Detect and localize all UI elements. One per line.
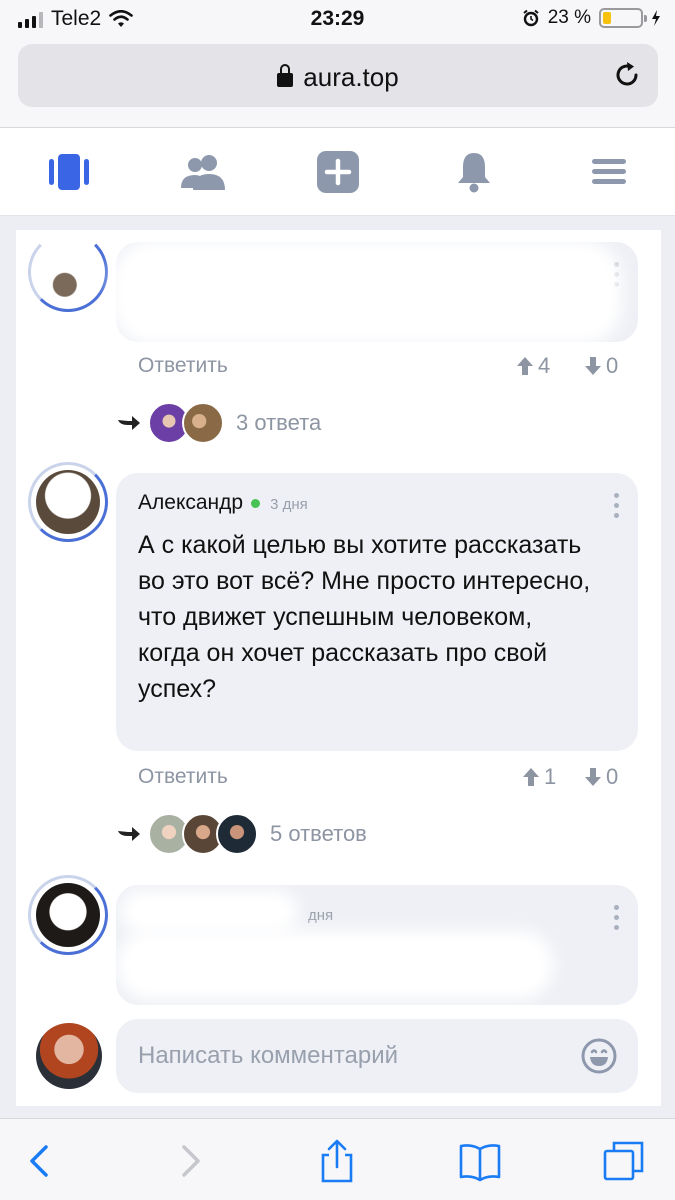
emoji-icon[interactable] xyxy=(580,1037,618,1075)
comments-panel: Ответить 4 0 3 ответа Александр 3 дня А с… xyxy=(16,230,661,1106)
forward-icon[interactable] xyxy=(168,1139,212,1183)
reply-arrow-icon xyxy=(118,827,140,841)
comment-time: 3 дня xyxy=(270,496,308,513)
app-nav xyxy=(0,128,675,216)
reply-button[interactable]: Ответить xyxy=(138,765,228,789)
nav-add-post[interactable] xyxy=(314,148,362,196)
menu-icon xyxy=(592,159,626,184)
online-indicator xyxy=(251,498,261,508)
nav-notifications[interactable] xyxy=(450,148,498,196)
upvote-count: 4 xyxy=(538,353,551,378)
downvote-button[interactable]: 0 xyxy=(584,764,618,790)
reload-icon[interactable] xyxy=(610,58,644,92)
nav-feed[interactable] xyxy=(45,148,93,196)
tabs-icon[interactable] xyxy=(602,1139,646,1183)
nav-friends[interactable] xyxy=(180,148,228,196)
browser-toolbar xyxy=(0,1118,675,1200)
upvote-button[interactable]: 4 xyxy=(516,353,550,379)
alarm-icon xyxy=(523,9,539,27)
comment-input-placeholder: Написать комментарий xyxy=(138,1042,399,1069)
address-text-row: aura.top xyxy=(18,62,658,93)
lock-icon xyxy=(277,64,294,87)
more-options-icon[interactable] xyxy=(614,905,620,935)
downvote-count: 0 xyxy=(606,764,619,789)
friends-icon xyxy=(181,155,225,190)
replies-count: 5 ответов xyxy=(270,821,367,846)
comment-time: дня xyxy=(308,907,334,924)
back-icon[interactable] xyxy=(18,1139,62,1183)
downvote-button[interactable]: 0 xyxy=(584,353,618,379)
arrow-down-icon xyxy=(585,357,601,375)
status-bar: Tele2 23:29 23 % xyxy=(0,0,675,36)
avatar xyxy=(182,402,224,444)
upvote-button[interactable]: 1 xyxy=(522,764,556,790)
reply-arrow-icon xyxy=(118,416,140,430)
redaction xyxy=(112,240,622,345)
comment-author[interactable]: Александр xyxy=(138,491,243,514)
share-icon[interactable] xyxy=(315,1139,359,1183)
arrow-up-icon xyxy=(523,768,539,786)
notifications-icon xyxy=(458,153,490,193)
avatar[interactable] xyxy=(28,232,108,312)
redaction xyxy=(120,890,298,934)
comment-header: Александр 3 дня xyxy=(138,491,308,515)
status-right: 23 % xyxy=(522,7,661,29)
battery-percent: 23 % xyxy=(547,7,591,28)
redaction xyxy=(116,930,554,1000)
more-options-icon[interactable] xyxy=(614,493,620,523)
add-post-icon xyxy=(317,151,359,193)
bookmarks-icon[interactable] xyxy=(458,1139,502,1183)
screen: Tele2 23:29 23 % aura.top Ответить 4 0 3… xyxy=(0,0,675,1200)
comment-bubble: Александр 3 дня А с какой целью вы хотите… xyxy=(116,473,638,751)
address-bar[interactable]: aura.top xyxy=(18,44,658,107)
battery-icon xyxy=(599,8,647,28)
comment-text: А с какой целью вы хотите рассказать во … xyxy=(138,531,591,703)
comment-input[interactable]: Написать комментарий xyxy=(116,1019,638,1093)
avatar[interactable] xyxy=(28,462,108,542)
upvote-count: 1 xyxy=(544,764,557,789)
reply-button[interactable]: Ответить xyxy=(138,354,228,378)
replies-link[interactable]: 5 ответов xyxy=(116,813,367,855)
current-user-avatar[interactable] xyxy=(36,1023,102,1089)
avatar xyxy=(216,813,258,855)
browser-chrome: aura.top xyxy=(0,36,675,128)
arrow-up-icon xyxy=(517,357,533,375)
replies-count: 3 ответа xyxy=(236,410,322,435)
avatar[interactable] xyxy=(28,875,108,955)
replies-link[interactable]: 3 ответа xyxy=(116,402,321,444)
charging-icon xyxy=(652,10,660,26)
url-text: aura.top xyxy=(303,62,399,92)
feed-icon xyxy=(49,154,89,190)
arrow-down-icon xyxy=(585,768,601,786)
downvote-count: 0 xyxy=(606,353,619,378)
nav-menu[interactable] xyxy=(585,148,633,196)
